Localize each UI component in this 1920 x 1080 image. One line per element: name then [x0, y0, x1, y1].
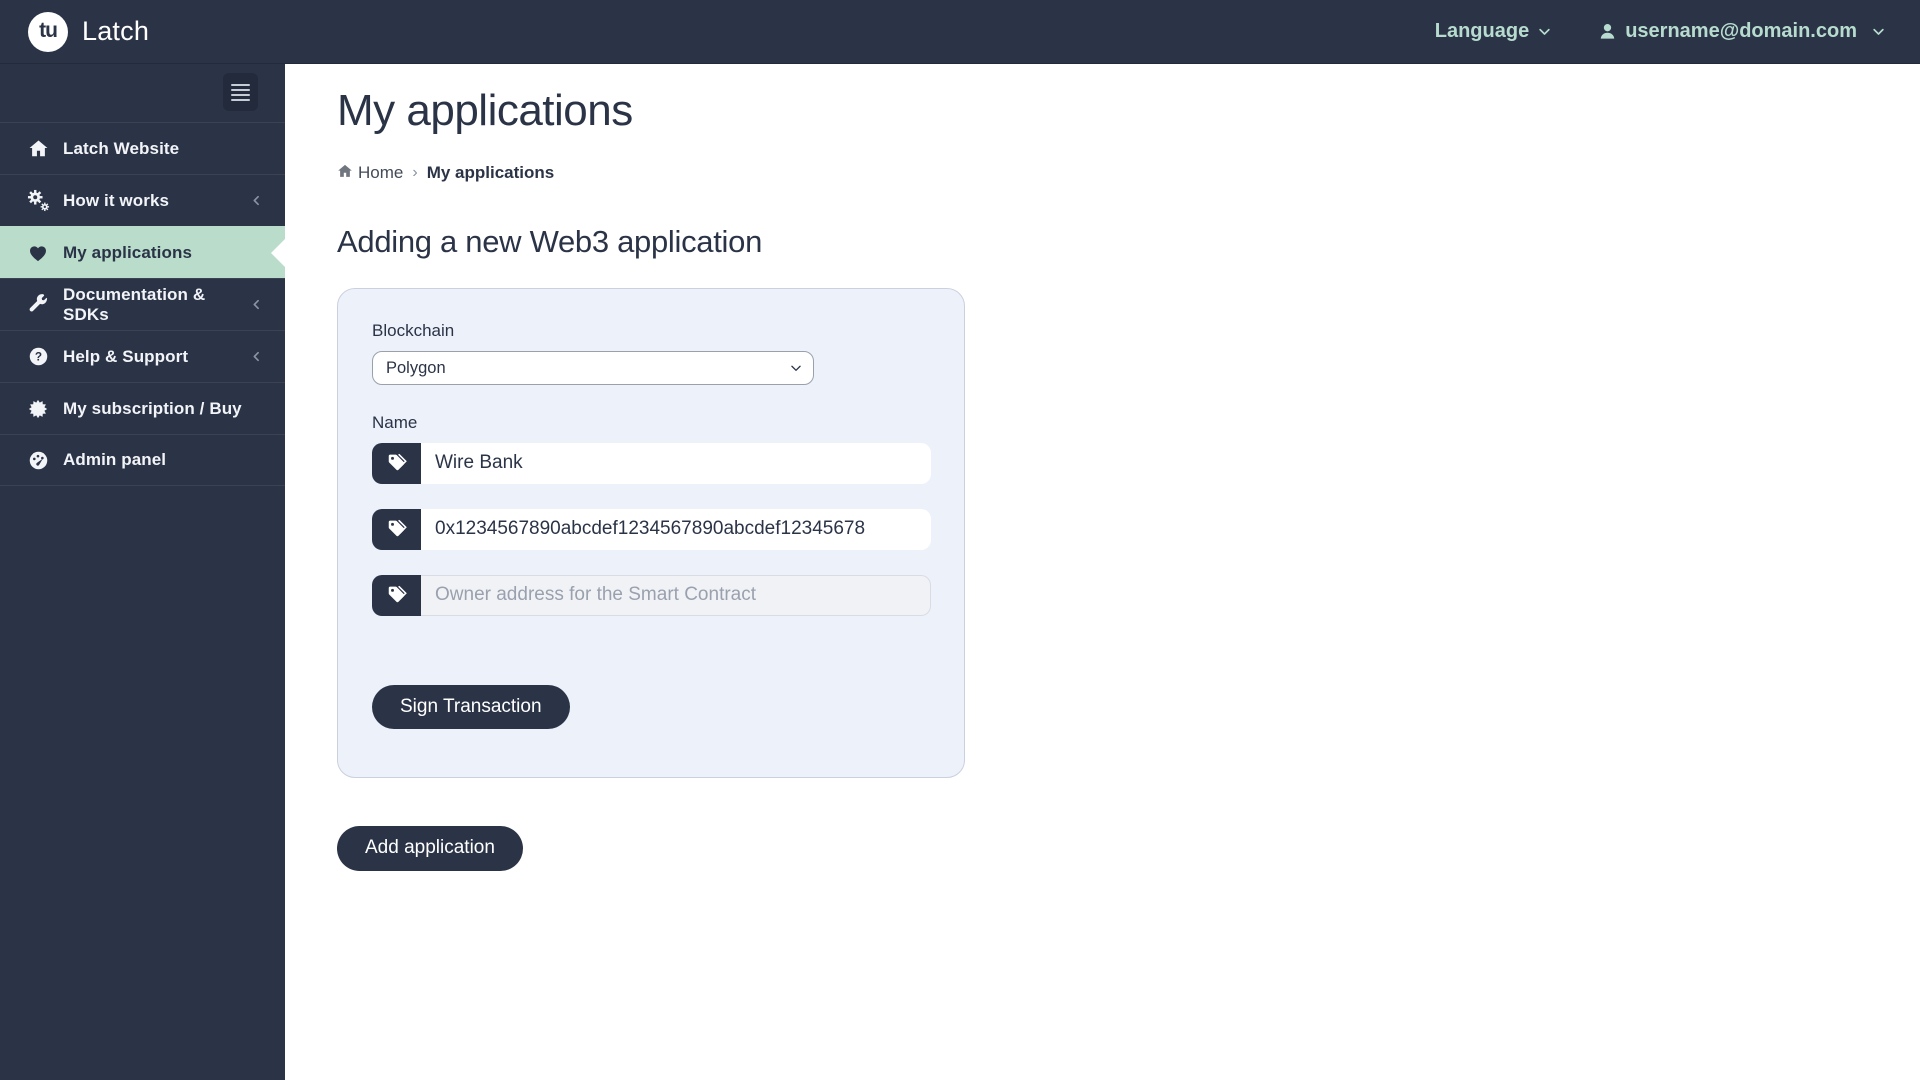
contract-address-input[interactable]: [421, 508, 931, 550]
sidebar-item-label: Admin panel: [63, 450, 167, 469]
chevron-left-icon: [250, 350, 263, 363]
tag-icon: [372, 442, 421, 484]
user-email: username@domain.com: [1625, 20, 1857, 42]
tag-icon: [372, 508, 421, 550]
topbar: tu Latch Language username@domain.com: [0, 0, 1920, 64]
app-name-input-group: [372, 442, 931, 484]
home-icon: [24, 138, 52, 159]
breadcrumb-separator: ›: [412, 164, 418, 182]
sidebar-item-label: My subscription / Buy: [63, 398, 242, 418]
breadcrumb-current: My applications: [426, 163, 555, 183]
chevron-left-icon: [250, 298, 263, 311]
contract-address-input-group: [372, 508, 931, 550]
sidebar-item-label: Help & Support: [63, 346, 189, 366]
sidebar-toggle-button[interactable]: [223, 73, 258, 111]
add-application-button[interactable]: Add application: [337, 825, 523, 871]
chevron-down-icon: [1537, 24, 1552, 39]
sidebar-item-label: Latch Website: [63, 138, 180, 158]
owner-address-input[interactable]: [421, 574, 931, 616]
heart-icon: [24, 242, 52, 264]
breadcrumb-home-label: Home: [358, 163, 404, 183]
question-circle-icon: ?: [24, 346, 52, 367]
brand-name: Latch: [82, 16, 150, 46]
user-menu[interactable]: username@domain.com: [1598, 20, 1886, 43]
sidebar-item-documentation-sdks[interactable]: Documentation & SDKs: [0, 278, 285, 330]
owner-address-input-group: [372, 574, 931, 616]
web3-application-form-card: Blockchain Polygon Name Wire Bank 0x1234…: [337, 287, 965, 778]
app-name-input[interactable]: [421, 442, 931, 484]
sidebar-item-latch-website[interactable]: Latch Website: [0, 122, 285, 174]
user-icon: [1598, 22, 1617, 41]
svg-text:?: ?: [34, 350, 41, 364]
topbar-right: Language username@domain.com: [1435, 20, 1920, 43]
sidebar-item-how-it-works[interactable]: How it works: [0, 174, 285, 226]
sidebar-item-label: My applications: [63, 242, 193, 262]
blockchain-select-wrap: Polygon: [372, 350, 814, 385]
logo-monogram: tu: [39, 18, 58, 42]
page-title: My applications: [337, 86, 633, 135]
breadcrumb-home-link[interactable]: Home: [337, 163, 403, 184]
section-heading: Adding a new Web3 application: [337, 223, 763, 259]
sidebar: Latch Website How it works My applicatio…: [0, 64, 285, 1080]
sidebar-item-help-support[interactable]: ? Help & Support: [0, 330, 285, 382]
sidebar-item-my-applications[interactable]: My applications: [0, 226, 285, 278]
sidebar-item-label: Documentation & SDKs: [63, 284, 206, 324]
wrench-icon: [24, 294, 52, 315]
sidebar-nav: Latch Website How it works My applicatio…: [0, 122, 285, 486]
name-label: Name: [372, 412, 418, 432]
latch-logo-icon: tu: [28, 11, 68, 52]
tag-icon: [372, 574, 421, 616]
language-label: Language: [1434, 20, 1530, 42]
sidebar-item-subscription-buy[interactable]: My subscription / Buy: [0, 382, 285, 434]
home-icon: [337, 163, 353, 184]
brand[interactable]: tu Latch: [0, 11, 150, 52]
breadcrumb: Home › My applications: [337, 163, 1920, 184]
chevron-left-icon: [250, 194, 263, 207]
language-menu[interactable]: Language: [1435, 20, 1552, 43]
sidebar-item-label: How it works: [63, 190, 170, 210]
blockchain-select[interactable]: Polygon: [372, 350, 814, 385]
dashboard-icon: [24, 450, 52, 471]
sign-transaction-button[interactable]: Sign Transaction: [372, 684, 570, 729]
blockchain-label: Blockchain: [372, 320, 455, 340]
chevron-down-icon: [1871, 24, 1886, 39]
sidebar-item-admin-panel[interactable]: Admin panel: [0, 434, 285, 486]
badge-icon: [24, 399, 52, 419]
cogs-icon: [24, 189, 52, 212]
main-content: My applications Home › My applications A…: [285, 64, 1920, 1080]
